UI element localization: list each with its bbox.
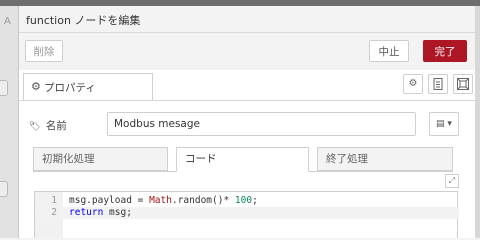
- name-input[interactable]: [107, 112, 416, 136]
- name-label-text: 名前: [45, 120, 67, 132]
- cancel-button[interactable]: 中止: [369, 40, 409, 62]
- tray-toolbar: 削除 中止 完了: [19, 33, 475, 71]
- tag-icon: 🏷: [29, 122, 41, 132]
- properties-bar: ⚙ プロパティ ⚙: [19, 70, 475, 101]
- code-text: return msg;: [69, 207, 132, 218]
- chevron-down-icon: ▾: [447, 119, 452, 129]
- node-icon-select[interactable]: ▤ ▾: [429, 112, 459, 136]
- book-icon: ▤: [436, 119, 445, 129]
- flow-node-port[interactable]: [0, 80, 8, 96]
- code-line: 2 return msg;: [35, 207, 459, 219]
- name-field-label: 🏷 名前: [29, 118, 67, 133]
- tray-header: function ノードを編集: [19, 6, 475, 33]
- code-text: msg.payload = Math.random()* 100;: [69, 195, 258, 206]
- code-line: 1 msg.payload = Math.random()* 100;: [35, 195, 459, 207]
- settings-gear-icon[interactable]: ⚙: [403, 74, 423, 94]
- workspace-tab-letter: A: [4, 16, 11, 27]
- description-icon[interactable]: [428, 74, 448, 94]
- tab-properties-label: プロパティ: [44, 82, 96, 94]
- delete-button[interactable]: 削除: [25, 40, 63, 62]
- code-tab-bar: 初期化処理 コード 終了処理: [33, 147, 453, 172]
- workspace-canvas[interactable]: A: [0, 6, 18, 238]
- tab-close[interactable]: 終了処理: [317, 147, 453, 171]
- tab-setup[interactable]: 初期化処理: [33, 147, 168, 171]
- edit-tray: function ノードを編集 削除 中止 完了 ⚙ プロパティ ⚙ 🏷 名前 …: [18, 6, 475, 238]
- tray-title: function ノードを編集: [26, 14, 141, 27]
- line-number: 2: [51, 207, 57, 218]
- properties-form: 🏷 名前 ▤ ▾ 初期化処理 コード 終了処理 ⤢ 1 msg.payload …: [19, 101, 475, 238]
- line-number: 1: [51, 195, 57, 206]
- tab-code[interactable]: コード: [176, 147, 309, 172]
- code-editor[interactable]: 1 msg.payload = Math.random()* 100; 2 re…: [34, 191, 459, 238]
- flow-node-port[interactable]: [0, 181, 8, 197]
- gear-icon: ⚙: [31, 80, 41, 93]
- expand-editor-icon[interactable]: ⤢: [445, 174, 459, 188]
- appearance-icon[interactable]: [453, 74, 473, 94]
- done-button[interactable]: 完了: [423, 40, 467, 62]
- tab-properties[interactable]: ⚙ プロパティ: [23, 73, 153, 100]
